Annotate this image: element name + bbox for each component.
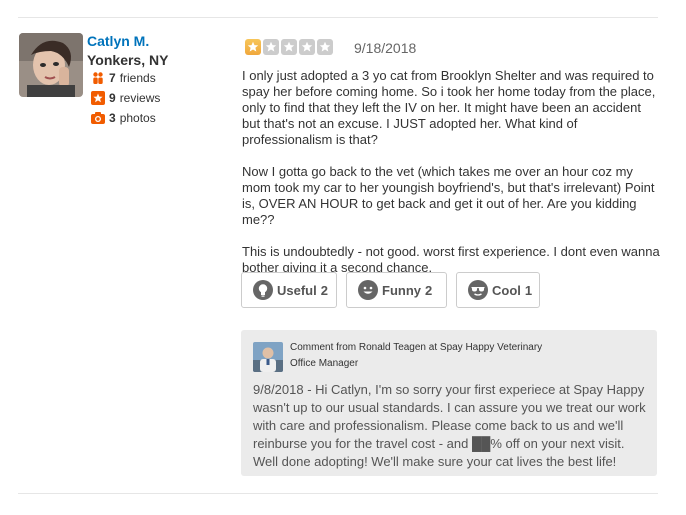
reviews-star-icon (91, 91, 105, 105)
cool-label: Cool (492, 282, 521, 298)
smiley-icon (358, 280, 378, 300)
photos-label: photos (119, 111, 156, 125)
star-rating (245, 39, 333, 55)
cool-button[interactable]: Cool 1 (456, 272, 540, 308)
top-divider (18, 17, 658, 18)
business-owner-comment: Comment from Ronald Teagen at Spay Happy… (241, 330, 657, 476)
sunglasses-icon (468, 280, 488, 300)
reviews-count: 9 (109, 91, 116, 105)
photos-count: 3 (109, 111, 116, 125)
reviews-stat: 9 reviews (91, 91, 160, 105)
star-icon (263, 39, 279, 55)
friends-icon (93, 72, 103, 84)
review-paragraph: Now I gotta go back to the vet (which ta… (242, 164, 655, 227)
owner-role: Office Manager (290, 358, 359, 369)
useful-label: Useful (277, 282, 317, 298)
review-paragraph: I only just adopted a 3 yo cat from Broo… (242, 68, 656, 147)
useful-button[interactable]: Useful 2 (241, 272, 337, 308)
bottom-divider (18, 493, 658, 494)
star-icon (317, 39, 333, 55)
user-avatar[interactable] (19, 33, 83, 97)
friends-count: 7 (109, 71, 116, 85)
user-name-link[interactable]: Catlyn M. (87, 33, 149, 49)
friends-stat: 7 friends (91, 71, 156, 85)
owner-comment-text: 9/8/2018 - Hi Catlyn, I'm so sorry your … (253, 382, 646, 469)
friends-label: friends (119, 71, 156, 85)
lightbulb-icon (253, 280, 273, 300)
reviews-label: reviews (119, 91, 161, 105)
funny-label: Funny (382, 282, 421, 298)
photos-stat: 3 photos (91, 111, 156, 125)
useful-count: 2 (320, 282, 328, 298)
review-date: 9/18/2018 (354, 40, 417, 56)
star-icon (245, 39, 261, 55)
review-body: I only just adopted a 3 yo cat from Broo… (242, 68, 660, 292)
star-icon (299, 39, 315, 55)
funny-button[interactable]: Funny 2 (346, 272, 447, 308)
star-icon (281, 39, 297, 55)
camera-icon (91, 112, 105, 124)
owner-avatar[interactable] (253, 342, 283, 372)
user-location: Yonkers, NY (87, 52, 169, 68)
funny-count: 2 (425, 282, 433, 298)
owner-comment-header: Comment from Ronald Teagen at Spay Happy… (290, 342, 543, 353)
cool-count: 1 (524, 282, 533, 298)
